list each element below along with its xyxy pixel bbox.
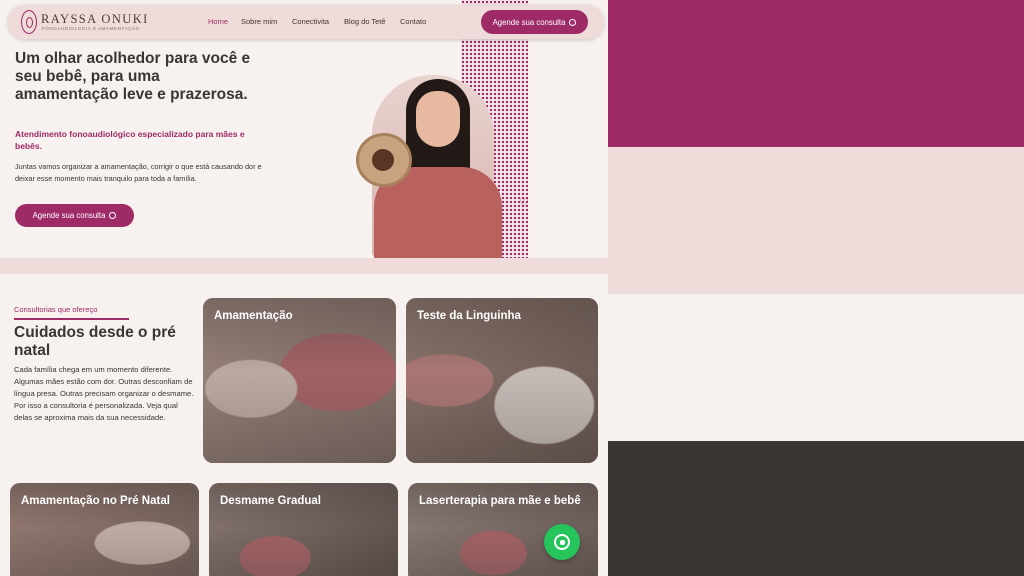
- hero-cta-button[interactable]: Agende sua consulta: [15, 204, 134, 227]
- nav-conectivita[interactable]: Conectivita: [292, 17, 329, 26]
- card-title: Desmame Gradual: [220, 495, 321, 507]
- services-body: Cada família chega em um momento diferen…: [14, 365, 194, 423]
- card-title: Amamentação: [214, 310, 293, 322]
- card-title: Teste da Linguinha: [417, 310, 521, 322]
- hero-section: RAYSSA ONUKI FONOAUDIOLOGIA E AMAMENTAÇÃ…: [0, 0, 608, 258]
- whatsapp-float-button[interactable]: [544, 524, 580, 560]
- top-navbar: RAYSSA ONUKI FONOAUDIOLOGIA E AMAMENTAÇÃ…: [8, 5, 604, 39]
- heart-icon: ♡: [519, 197, 529, 209]
- section-divider: [0, 258, 608, 274]
- swatch-blush: [608, 147, 1024, 294]
- swatch-primary: [608, 0, 1024, 147]
- nav-sobre-mim[interactable]: Sobre mim: [241, 17, 277, 26]
- card-title: Laserterapia para mãe e bebê: [419, 495, 581, 507]
- website-preview: RAYSSA ONUKI FONOAUDIOLOGIA E AMAMENTAÇÃ…: [0, 0, 608, 576]
- whatsapp-icon: [569, 18, 577, 26]
- card-title: Amamentação no Pré Natal: [21, 495, 170, 507]
- nav-cta-label: Agende sua consulta: [492, 17, 566, 27]
- service-card-amamentacao[interactable]: Amamentação: [203, 298, 396, 463]
- hero-subtitle: Atendimento fonoaudiológico especializad…: [15, 129, 245, 151]
- swatch-cream: [608, 294, 1024, 441]
- whatsapp-icon: [109, 212, 117, 219]
- service-card-pre-natal[interactable]: Amamentação no Pré Natal: [10, 483, 199, 576]
- service-card-desmame[interactable]: Desmame Gradual: [209, 483, 398, 576]
- brand-tagline: FONOAUDIOLOGIA E AMAMENTAÇÃO: [42, 26, 140, 31]
- hero-photo: [350, 75, 510, 258]
- nav-blog[interactable]: Blog do Tetê: [344, 17, 386, 26]
- hero-title: Um olhar acolhedor para você e seu bebê,…: [15, 50, 251, 103]
- logo-icon[interactable]: [21, 10, 37, 34]
- breast-model-prop: [356, 133, 412, 187]
- nav-contato[interactable]: Contato: [400, 17, 426, 26]
- brand-name[interactable]: RAYSSA ONUKI: [41, 12, 149, 27]
- nav-cta-button[interactable]: Agende sua consulta: [481, 10, 588, 34]
- photo-face: [416, 91, 460, 147]
- nav-home[interactable]: Home: [208, 17, 228, 26]
- whatsapp-icon: [554, 534, 570, 550]
- service-card-teste-linguinha[interactable]: Teste da Linguinha: [406, 298, 598, 463]
- hero-body: Juntas vamos organizar a amamentação, co…: [15, 162, 262, 183]
- swatch-dark: [608, 441, 1024, 576]
- services-title: Cuidados desde o pré natal: [14, 324, 176, 359]
- services-label-underline: [14, 318, 129, 320]
- services-label: Consultorias que ofereço: [14, 305, 98, 314]
- hero-cta-label: Agende sua consulta: [32, 211, 106, 220]
